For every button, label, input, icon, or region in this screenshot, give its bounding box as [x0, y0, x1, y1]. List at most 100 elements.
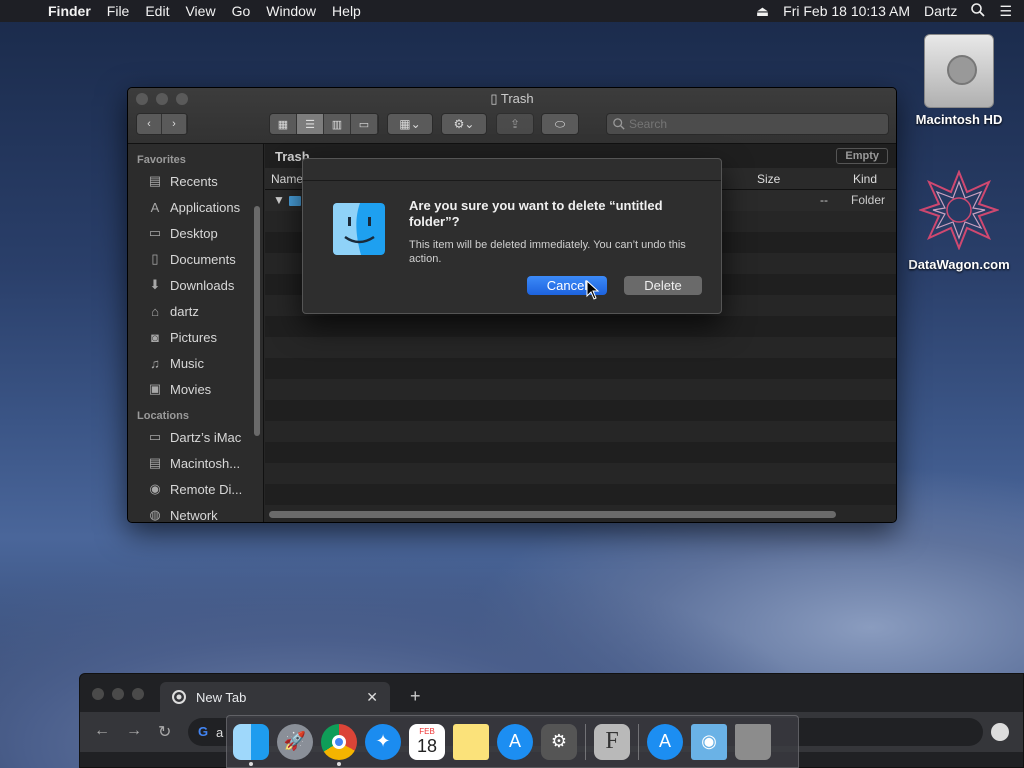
sidebar-header-locations: Locations — [137, 410, 189, 422]
notification-center-icon[interactable]: ☰ — [999, 3, 1012, 20]
share-button[interactable]: ⇪ — [496, 113, 534, 135]
calendar-icon[interactable]: FEB 18 — [409, 723, 445, 760]
tags-button[interactable]: ⬭ — [541, 113, 579, 135]
notes-icon[interactable] — [453, 723, 489, 760]
column-view-icon[interactable]: ▥ — [324, 114, 351, 134]
omnibox-text: a — [216, 725, 224, 740]
launchpad-icon[interactable]: 🚀 — [277, 723, 313, 760]
chrome-favicon-icon — [172, 690, 186, 704]
menubar-user[interactable]: Dartz — [924, 3, 957, 19]
trash-icon[interactable] — [735, 723, 771, 760]
chrome-icon[interactable] — [321, 723, 357, 766]
sidebar-item-pictures[interactable]: ◙ Pictures — [128, 324, 263, 350]
back-arrow-icon[interactable]: ← — [94, 722, 110, 740]
finder-icon[interactable] — [233, 723, 269, 766]
minimize-window-button[interactable] — [112, 688, 124, 700]
menu-window[interactable]: Window — [258, 3, 324, 19]
dock-separator — [638, 723, 639, 760]
sidebar-item-label: Network — [170, 507, 218, 523]
gallery-view-icon[interactable]: ▭ — [351, 114, 378, 134]
column-header-name[interactable]: Name — [271, 172, 303, 186]
close-tab-icon[interactable]: ✕ — [366, 689, 378, 706]
search-input[interactable] — [629, 117, 869, 131]
empty-trash-button[interactable]: Empty — [836, 148, 888, 164]
search-field[interactable] — [606, 113, 889, 135]
safari-icon[interactable]: ✦ — [365, 723, 401, 760]
sidebar-item-label: Macintosh... — [170, 455, 241, 471]
chevron-down-icon: ⌄ — [410, 117, 421, 131]
sidebar-item-recents[interactable]: ▤ Recents — [128, 168, 263, 194]
dialog-message: This item will be deleted immediately. Y… — [409, 239, 686, 265]
sidebar-item-label: Documents — [170, 251, 236, 267]
back-button[interactable]: ‹ — [137, 114, 162, 134]
sidebar-item-movies[interactable]: ▣ Movies — [128, 376, 263, 402]
grid-icon: ▦ — [399, 117, 411, 131]
zoom-window-button[interactable] — [132, 688, 144, 700]
downloads-folder-icon[interactable]: ◉ — [691, 723, 727, 760]
sidebar-item-music[interactable]: ♫ Music — [128, 350, 263, 376]
new-tab-button[interactable]: + — [410, 686, 421, 707]
sidebar-scrollbar[interactable] — [254, 206, 260, 436]
desktop-icon-datawagon[interactable]: DataWagon.com — [904, 169, 1014, 272]
chrome-window-controls — [92, 688, 144, 700]
sidebar-item-imac[interactable]: ▭ Dartz’s iMac — [128, 424, 263, 450]
sidebar-item-downloads[interactable]: ⬇ Downloads — [128, 272, 263, 298]
menu-view[interactable]: View — [177, 3, 223, 19]
sidebar-item-label: Remote Di... — [170, 481, 243, 497]
horizontal-scrollbar[interactable] — [269, 511, 836, 518]
menu-go[interactable]: Go — [224, 3, 259, 19]
delete-button[interactable]: Delete — [624, 276, 702, 295]
applications-icon: A — [150, 199, 160, 215]
dialog-title: Are you sure you want to delete “untitle… — [409, 198, 663, 229]
hard-drive-icon: ▤ — [148, 455, 162, 470]
menubar-clock[interactable]: Fri Feb 18 10:13 AM — [783, 3, 910, 19]
clock-icon: ▤ — [148, 173, 162, 188]
icon-view-icon[interactable]: ▦ — [270, 114, 297, 134]
system-preferences-icon[interactable]: ⚙ — [541, 723, 577, 760]
disclosure-triangle-icon[interactable]: ▼ — [273, 193, 285, 207]
sidebar-item-documents[interactable]: ▯ Documents — [128, 246, 263, 272]
film-icon: ▣ — [148, 381, 162, 396]
menu-help[interactable]: Help — [324, 3, 369, 19]
reload-icon[interactable]: ↻ — [158, 722, 171, 742]
window-title: ▯ Trash — [128, 91, 896, 107]
mouse-cursor-icon — [586, 280, 600, 300]
sidebar-item-applications[interactable]: A Applications — [128, 194, 263, 220]
sidebar-item-network[interactable]: ◍ Network — [128, 502, 263, 522]
desktop-icon-label: DataWagon.com — [908, 257, 1010, 272]
window-title-text: Trash — [500, 91, 534, 106]
sidebar-item-remote-disc[interactable]: ◉ Remote Di... — [128, 476, 263, 502]
table-row — [265, 400, 896, 421]
chrome-center — [332, 734, 346, 749]
spotlight-search-icon[interactable] — [971, 2, 986, 20]
menu-file[interactable]: File — [99, 3, 138, 19]
sidebar-item-desktop[interactable]: ▭ Desktop — [128, 220, 263, 246]
column-header-size[interactable]: Size — [757, 172, 780, 186]
eject-icon[interactable]: ⏏ — [756, 3, 769, 20]
close-window-button[interactable] — [92, 688, 104, 700]
list-view-icon[interactable]: ☰ — [297, 114, 324, 134]
sidebar-item-label: dartz — [170, 303, 199, 319]
dock-separator — [585, 723, 586, 760]
profile-avatar-icon[interactable] — [991, 723, 1009, 741]
sidebar-item-macintosh-hd[interactable]: ▤ Macintosh... — [128, 450, 263, 476]
forward-button[interactable]: › — [162, 114, 187, 134]
chrome-tab[interactable]: New Tab ✕ — [160, 682, 390, 712]
table-row — [265, 379, 896, 400]
row-kind: Folder — [851, 193, 886, 207]
font-book-icon[interactable]: F — [594, 723, 630, 760]
forward-arrow-icon[interactable]: → — [126, 722, 142, 740]
app-store-icon[interactable]: A — [497, 723, 533, 760]
group-by-button[interactable]: ▦ ⌄ — [387, 113, 433, 135]
column-header-kind[interactable]: Kind — [853, 172, 877, 186]
finder-sidebar: Favorites ▤ Recents A Applications ▭ Deskto… — [128, 144, 264, 522]
sidebar-item-label: Downloads — [170, 277, 235, 293]
menu-app-finder[interactable]: Finder — [40, 3, 99, 19]
menu-edit[interactable]: Edit — [137, 3, 177, 19]
desktop-icon-macintosh-hd[interactable]: Macintosh HD — [904, 34, 1014, 127]
action-menu-button[interactable]: ⚙ ⌄ — [441, 113, 487, 135]
table-row — [265, 358, 896, 379]
app-store-folder-icon[interactable]: A — [647, 723, 683, 760]
datawagon-star-icon — [917, 169, 1001, 251]
sidebar-item-dartz[interactable]: ⌂ dartz — [128, 298, 263, 324]
